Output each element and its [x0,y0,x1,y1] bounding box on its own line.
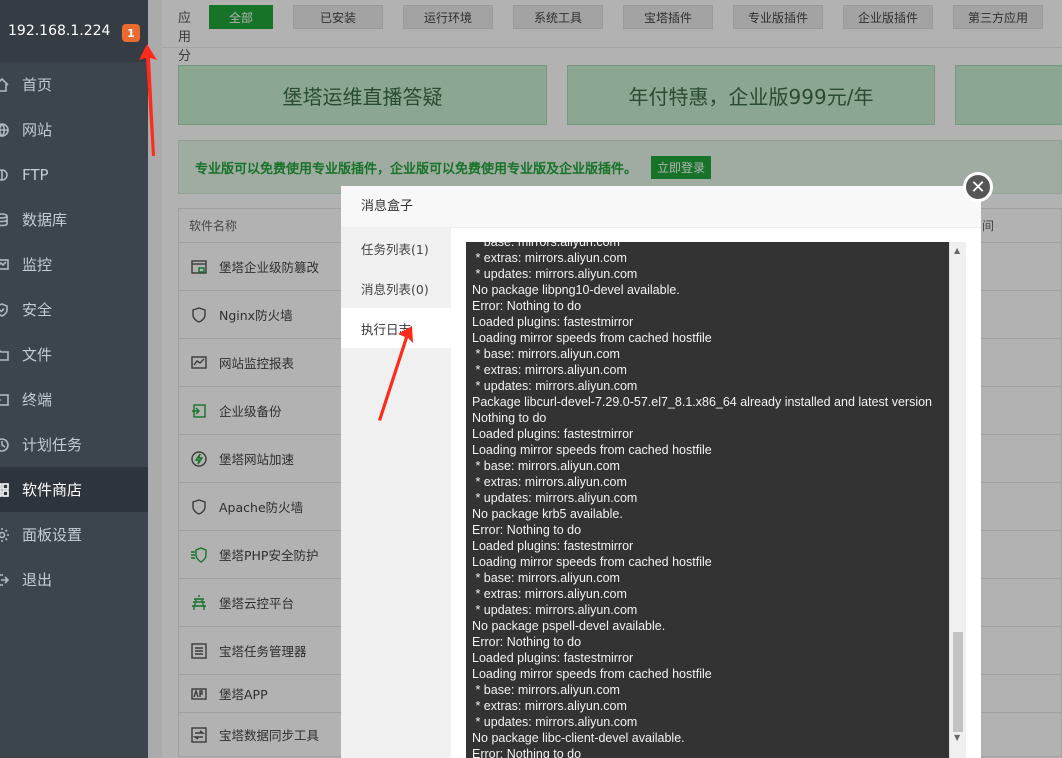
log-line: Loaded plugins: fastestmirror [472,651,634,665]
logout-icon [0,571,16,589]
log-line: Loading mirror speeds from cached hostfi… [472,555,712,569]
grid-icon [0,481,16,499]
sidebar-item-terminal[interactable]: 终端 [0,377,148,422]
log-line: Package libcurl-devel-7.29.0-57.el7_8.1.… [472,395,933,409]
sidebar-item-label: 计划任务 [22,436,83,454]
shield-icon [0,301,16,319]
sidebar-item-label: 终端 [22,391,53,409]
sidebar-item-security[interactable]: 安全 [0,287,148,332]
log-line: * updates: mirrors.aliyun.com [472,603,638,617]
log-line: Loading mirror speeds from cached hostfi… [472,331,712,345]
log-line: Nothing to do [472,411,547,425]
log-line: * updates: mirrors.aliyun.com [472,379,638,393]
sidebar-item-database[interactable]: 数据库 [0,197,148,242]
log-line: No package pspell-devel available. [472,619,666,633]
log-line: * updates: mirrors.aliyun.com [472,715,638,729]
tab-execution-log[interactable]: 执行日志 [341,308,451,348]
sidebar-item-ftp[interactable]: FTP [0,152,148,197]
server-ip-bar[interactable]: 192.168.1.224 1 [0,0,148,62]
log-line: * base: mirrors.aliyun.com [472,683,620,697]
log-line: No package krb5 available. [472,507,623,521]
sidebar-item-logout[interactable]: 退出 [0,557,148,602]
sidebar-item-label: 数据库 [22,211,68,229]
database-icon [0,211,16,229]
execution-log-console[interactable]: * base: mirrors.aliyun.com * extras: mir… [466,242,966,758]
log-line: * base: mirrors.aliyun.com [472,459,620,473]
clock-icon [0,436,16,454]
log-line: * extras: mirrors.aliyun.com [472,251,627,265]
log-line: * updates: mirrors.aliyun.com [472,267,638,281]
log-line: No package libpng10-devel available. [472,283,680,297]
log-output: * base: mirrors.aliyun.com * extras: mir… [472,242,946,758]
sidebar-item-monitor[interactable]: 监控 [0,242,148,287]
sidebar: 192.168.1.224 1 首页 网站 FTP 数据库 监控 安全 文件 终… [0,0,148,758]
log-line: Error: Nothing to do [472,747,582,758]
ftp-icon [0,166,16,184]
log-line: * base: mirrors.aliyun.com [472,347,620,361]
home-icon [0,76,16,94]
sidebar-item-home[interactable]: 首页 [0,62,148,107]
sidebar-item-label: 安全 [22,301,53,319]
log-line: No package libc-client-devel available. [472,731,685,745]
log-line: Loading mirror speeds from cached hostfi… [472,667,712,681]
tab-message-list[interactable]: 消息列表(0) [341,268,451,308]
log-line: Error: Nothing to do [472,635,582,649]
notification-badge[interactable]: 1 [122,24,140,42]
sidebar-item-website[interactable]: 网站 [0,107,148,152]
sidebar-item-label: 退出 [22,571,53,589]
sidebar-item-label: 文件 [22,346,53,364]
log-line: * updates: mirrors.aliyun.com [472,491,638,505]
scroll-up-icon[interactable]: ▲ [954,246,960,255]
scrollbar-thumb[interactable] [953,632,963,732]
scroll-down-icon[interactable]: ▼ [954,733,960,742]
sidebar-item-cron[interactable]: 计划任务 [0,422,148,467]
sidebar-item-panel-settings[interactable]: 面板设置 [0,512,148,557]
sidebar-nav: 首页 网站 FTP 数据库 监控 安全 文件 终端 计划任务 软件商店 面板设置… [0,62,148,602]
sidebar-item-label: 网站 [22,121,53,139]
log-line: Error: Nothing to do [472,299,582,313]
sidebar-item-label: 面板设置 [22,526,83,544]
log-line: Loaded plugins: fastestmirror [472,539,634,553]
log-line: Loaded plugins: fastestmirror [472,315,634,329]
log-line: * extras: mirrors.aliyun.com [472,475,627,489]
log-line: * base: mirrors.aliyun.com [472,242,620,249]
gear-icon [0,526,16,544]
sidebar-item-app-store[interactable]: 软件商店 [0,467,148,512]
modal-title: 消息盒子 [341,186,981,228]
close-icon[interactable]: ✕ [963,172,993,202]
log-line: * extras: mirrors.aliyun.com [472,363,627,377]
log-line: Loaded plugins: fastestmirror [472,427,634,441]
globe-icon [0,121,16,139]
sidebar-item-label: 监控 [22,256,53,274]
server-ip: 192.168.1.224 [8,23,111,39]
sidebar-item-label: 软件商店 [22,481,83,499]
log-line: * base: mirrors.aliyun.com [472,571,620,585]
tab-task-list[interactable]: 任务列表(1) [341,228,451,268]
terminal-icon [0,391,16,409]
message-box-modal: 消息盒子 ✕ 任务列表(1) 消息列表(0) 执行日志 * base: mirr… [341,172,993,758]
log-line: Error: Nothing to do [472,523,582,537]
sidebar-item-label: 首页 [22,76,53,94]
modal-tabs: 任务列表(1) 消息列表(0) 执行日志 [341,228,451,758]
sidebar-item-files[interactable]: 文件 [0,332,148,377]
log-line: * extras: mirrors.aliyun.com [472,587,627,601]
log-line: * extras: mirrors.aliyun.com [472,699,627,713]
log-scrollbar[interactable]: ▲ ▼ [949,242,966,758]
folder-icon [0,346,16,364]
log-line: Loading mirror speeds from cached hostfi… [472,443,712,457]
sidebar-item-label: FTP [22,165,49,184]
monitor-icon [0,256,16,274]
